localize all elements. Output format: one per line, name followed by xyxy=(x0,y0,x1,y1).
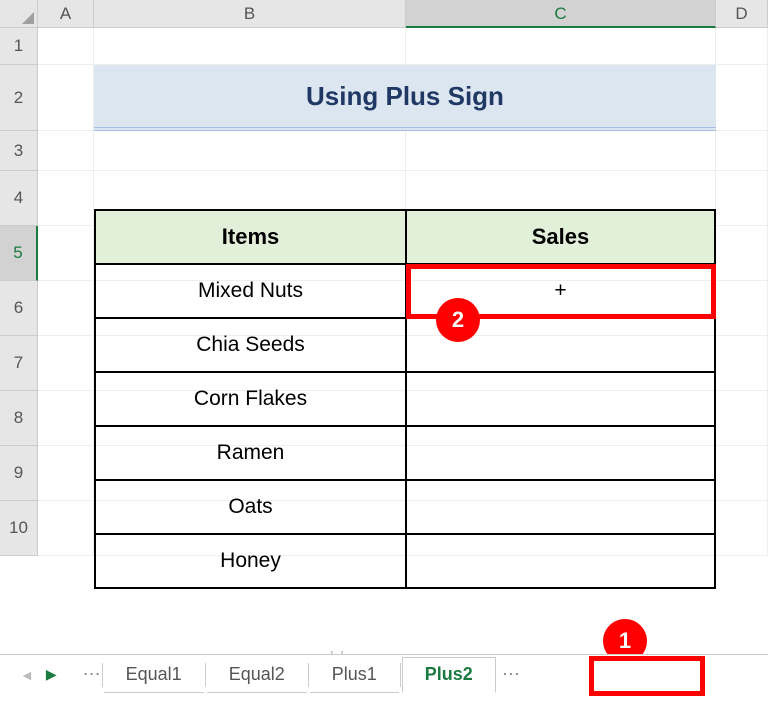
sales-3[interactable] xyxy=(406,426,715,480)
row-header-6[interactable]: 6 xyxy=(0,281,38,336)
cell-A7[interactable] xyxy=(38,336,94,391)
tab-separator xyxy=(205,663,206,687)
column-header-row: A B C D xyxy=(0,0,768,28)
cell-A3[interactable] xyxy=(38,131,94,171)
tabs-more-right-icon[interactable]: ⋯ xyxy=(502,664,520,685)
sheet-tab-plus1[interactable]: Plus1 xyxy=(310,657,399,693)
item-2[interactable]: Corn Flakes xyxy=(95,372,406,426)
row-header-9[interactable]: 9 xyxy=(0,446,38,501)
cell-D2[interactable] xyxy=(716,65,768,131)
header-sales[interactable]: Sales xyxy=(406,210,715,264)
sheet-tab-bar: ◄ ▶ ⋯ Equal1 Equal2 Plus1 Plus2 ⋯ xyxy=(0,654,768,694)
spreadsheet: A B C D 1 2 Using Plus Sign 3 4 xyxy=(0,0,768,706)
cell-C1[interactable] xyxy=(406,28,716,65)
cell-D10[interactable] xyxy=(716,501,768,556)
row-header-2[interactable]: 2 xyxy=(0,65,38,131)
cell-D6[interactable] xyxy=(716,281,768,336)
header-items[interactable]: Items xyxy=(95,210,406,264)
sales-2[interactable] xyxy=(406,372,715,426)
column-header-A[interactable]: A xyxy=(38,0,94,28)
row-header-5[interactable]: 5 xyxy=(0,226,38,281)
sales-5[interactable] xyxy=(406,534,715,588)
cell-B1[interactable] xyxy=(94,28,406,65)
cell-B3[interactable] xyxy=(94,131,406,171)
cell-A4[interactable] xyxy=(38,171,94,226)
cell-D4[interactable] xyxy=(716,171,768,226)
cell-A2[interactable] xyxy=(38,65,94,131)
tab-separator xyxy=(102,663,103,687)
nav-first-icon[interactable]: ◄ xyxy=(20,667,34,683)
cell-A9[interactable] xyxy=(38,446,94,501)
row-header-7[interactable]: 7 xyxy=(0,336,38,391)
select-all-corner[interactable] xyxy=(0,0,38,28)
cell-A1[interactable] xyxy=(38,28,94,65)
cell-A5[interactable] xyxy=(38,226,94,281)
cell-A10[interactable] xyxy=(38,501,94,556)
item-1[interactable]: Chia Seeds xyxy=(95,318,406,372)
tabs-more-left-icon[interactable]: ⋯ xyxy=(83,664,101,685)
cell-D5[interactable] xyxy=(716,226,768,281)
sales-4[interactable] xyxy=(406,480,715,534)
cell-A8[interactable] xyxy=(38,391,94,446)
sheet-tab-plus2[interactable]: Plus2 xyxy=(402,657,496,693)
row-header-10[interactable]: 10 xyxy=(0,501,38,556)
item-5[interactable]: Honey xyxy=(95,534,406,588)
tab-separator xyxy=(308,663,309,687)
item-0[interactable]: Mixed Nuts xyxy=(95,264,406,318)
data-table: Items Sales Mixed Nuts+ Chia Seeds Corn … xyxy=(94,209,716,589)
cell-D3[interactable] xyxy=(716,131,768,171)
row-header-4[interactable]: 4 xyxy=(0,171,38,226)
cell-D1[interactable] xyxy=(716,28,768,65)
tab-nav: ◄ ▶ xyxy=(20,666,57,683)
sheet-tab-equal2[interactable]: Equal2 xyxy=(207,657,307,693)
cell-C3[interactable] xyxy=(406,131,716,171)
item-4[interactable]: Oats xyxy=(95,480,406,534)
column-header-D[interactable]: D xyxy=(716,0,768,28)
cell-D7[interactable] xyxy=(716,336,768,391)
item-3[interactable]: Ramen xyxy=(95,426,406,480)
row-header-3[interactable]: 3 xyxy=(0,131,38,171)
nav-next-icon[interactable]: ▶ xyxy=(46,666,57,683)
column-header-C[interactable]: C xyxy=(406,0,716,28)
tab-separator xyxy=(400,663,401,687)
title-cell[interactable]: Using Plus Sign xyxy=(94,65,716,131)
cell-D8[interactable] xyxy=(716,391,768,446)
sales-0[interactable]: + xyxy=(406,264,715,318)
cell-D9[interactable] xyxy=(716,446,768,501)
column-header-B[interactable]: B xyxy=(94,0,406,28)
sales-1[interactable] xyxy=(406,318,715,372)
cell-A6[interactable] xyxy=(38,281,94,336)
sheet-tab-equal1[interactable]: Equal1 xyxy=(104,657,204,693)
row-header-8[interactable]: 8 xyxy=(0,391,38,446)
row-header-1[interactable]: 1 xyxy=(0,28,38,65)
